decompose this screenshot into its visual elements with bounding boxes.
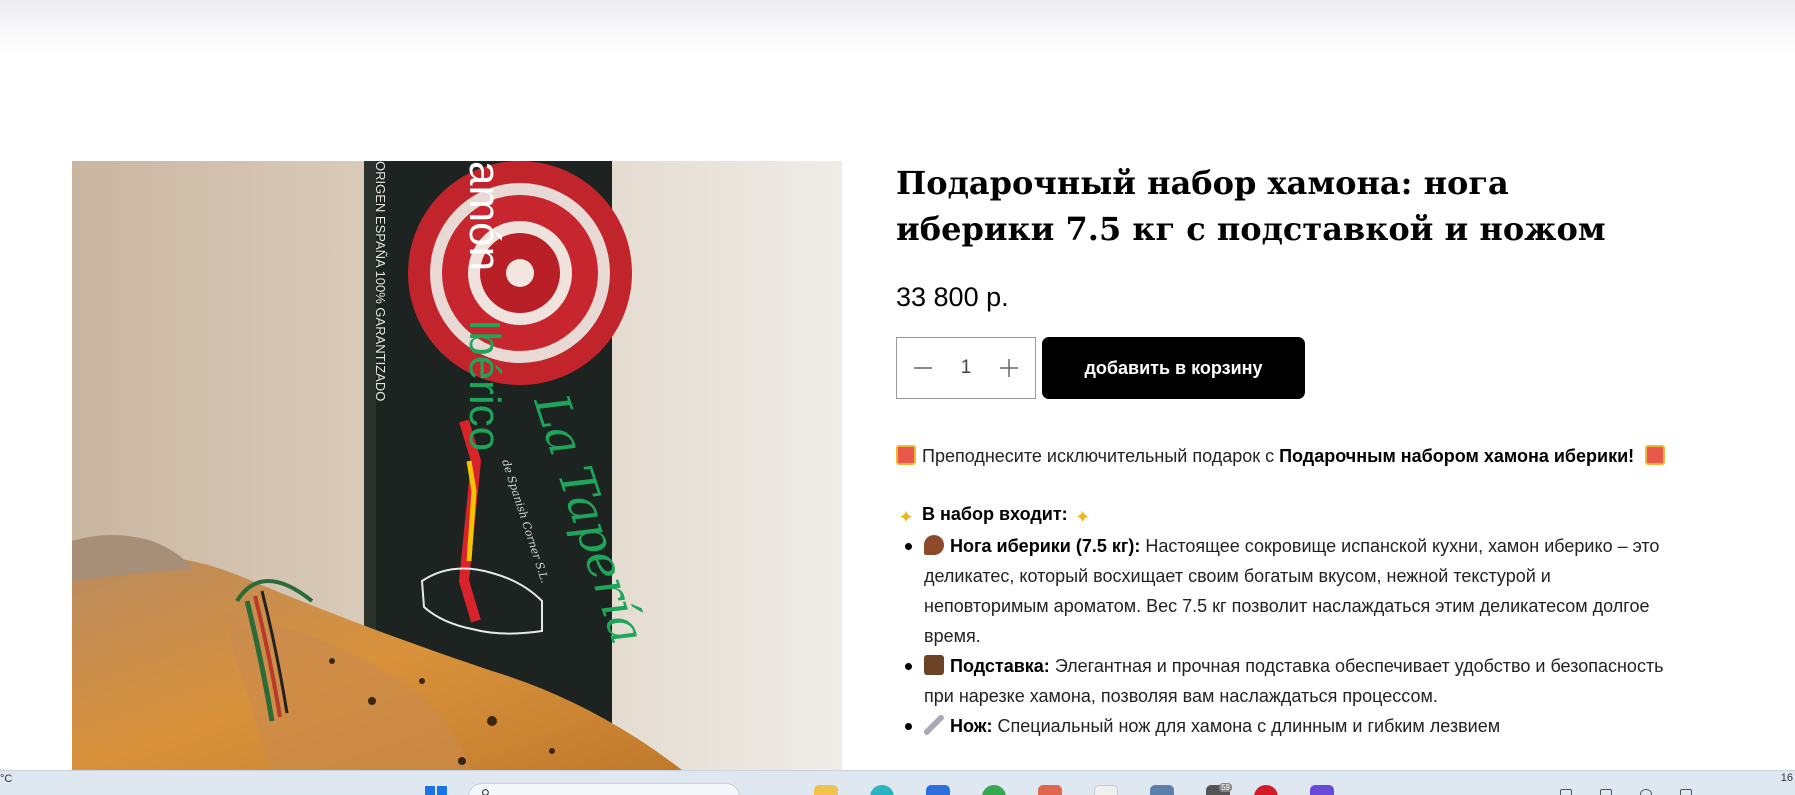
quantity-value[interactable]: 1 [961,357,972,379]
set-heading-line: ✦ В набор входит: ✦ [896,499,1676,529]
opera-icon[interactable] [1254,785,1278,795]
tray-icon[interactable] [1600,789,1612,795]
item-name: Нож: [950,716,993,736]
clock[interactable]: 16 [1781,772,1793,784]
intro-plain: Преподнесите исключительный подарок с [922,446,1280,466]
intro-paragraph: Преподнесите исключительный подарок с По… [896,441,1676,471]
box-text-jamon: amón [460,161,509,271]
app-icon[interactable] [1038,785,1062,795]
box-text-iberico: Ibérico [460,319,509,451]
product-price: 33 800 р. [896,282,1009,312]
product-info: Подарочный набор хамона: нога иберики 7.… [896,160,1666,741]
weather-temperature[interactable]: °C [0,773,12,785]
notification-badge: 59 [1219,783,1232,792]
list-item: Подставка: Элегантная и прочная подставк… [896,651,1676,711]
tray-icon[interactable] [1680,789,1692,795]
item-text: Специальный нож для хамона с длинным и г… [992,716,1501,736]
add-to-cart-button[interactable]: добавить в корзину [1042,337,1305,399]
search-input[interactable]: ⚲ [468,783,740,795]
product-description: Преподнесите исключительный подарок с По… [896,441,1676,741]
app-icon[interactable] [1310,785,1334,795]
sparkles-icon: ✦ [898,507,914,527]
buy-row: 1 добавить в корзину [896,337,1666,399]
product-image[interactable]: amón Ibérico ORIGEN ESPAÑA 100% GARANTIZ… [72,161,842,770]
product-title: Подарочный набор хамона: нога иберики 7.… [896,164,1606,248]
product-photo-illustration: amón Ibérico ORIGEN ESPAÑA 100% GARANTIZ… [72,161,842,770]
stand-icon [924,655,944,675]
knife-icon [924,715,944,735]
search-icon: ⚲ [481,787,490,795]
app-icon[interactable]: 59 [1206,783,1232,795]
chrome-icon[interactable] [982,785,1006,795]
tray-icon[interactable] [1560,789,1572,795]
set-heading: В набор входит: [922,504,1068,524]
intro-bold: Подарочным набором хамона иберики! [1279,446,1635,466]
windows-start-icon[interactable] [424,785,448,795]
header-shadow [0,0,1795,56]
gift-icon [1645,445,1666,465]
item-name: Подставка: [950,656,1050,676]
plus-icon[interactable] [997,356,1021,380]
edge-icon[interactable] [870,785,894,795]
minus-icon[interactable] [911,356,935,380]
taskbar: °C ⚲ 59 16 [0,770,1795,795]
box-text-origin: ORIGEN ESPAÑA 100% GARANTIZADO [373,161,388,401]
store-icon[interactable] [926,785,950,795]
ham-leg-icon [924,535,944,555]
set-items-list: Нога иберики (7.5 кг): Настоящее сокрови… [896,531,1676,741]
app-icon[interactable] [1150,785,1174,795]
sparkles-icon: ✦ [1075,507,1091,527]
quantity-stepper[interactable]: 1 [896,337,1036,399]
item-name: Нога иберики (7.5 кг): [950,536,1141,556]
gift-icon [896,445,916,465]
app-icon[interactable] [1094,785,1118,795]
list-item: Нога иберики (7.5 кг): Настоящее сокрови… [896,531,1676,651]
tray-icon[interactable] [1640,789,1652,795]
file-explorer-icon[interactable] [814,785,838,795]
list-item: Нож: Специальный нож для хамона с длинны… [896,711,1676,741]
